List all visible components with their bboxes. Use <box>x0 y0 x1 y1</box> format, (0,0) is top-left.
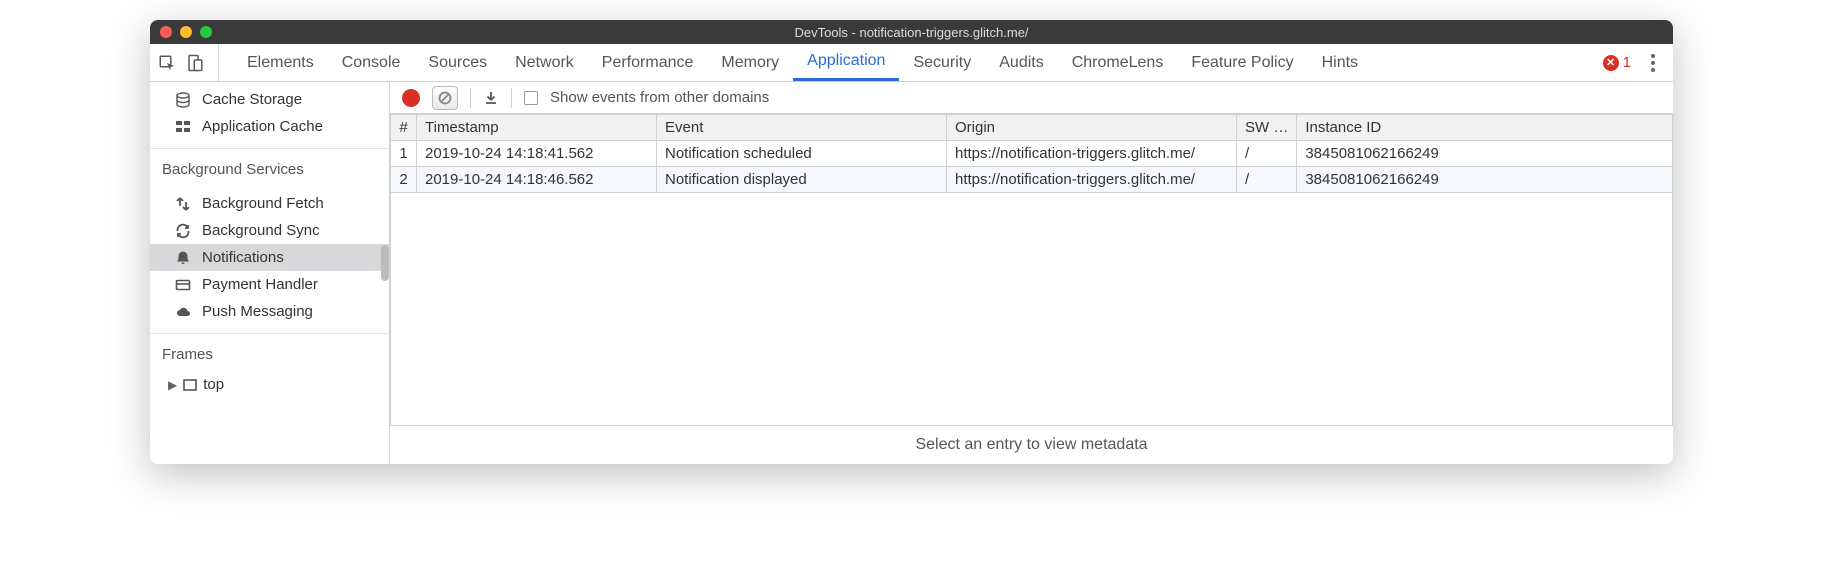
maximize-window-button[interactable] <box>200 26 212 38</box>
events-table-container: # Timestamp Event Origin SW … Instance I… <box>390 114 1673 426</box>
error-circle-icon: ✕ <box>1603 55 1619 71</box>
cell-timestamp: 2019-10-24 14:18:46.562 <box>417 167 657 193</box>
grid-icon <box>174 119 192 135</box>
sidebar-header-background-services: Background Services <box>150 153 389 186</box>
window-titlebar: DevTools - notification-triggers.glitch.… <box>150 20 1673 44</box>
sidebar-item-background-fetch[interactable]: Background Fetch <box>150 190 389 217</box>
sidebar-item-label: Background Sync <box>202 222 320 239</box>
sidebar-item-background-sync[interactable]: Background Sync <box>150 217 389 244</box>
device-toggle-icon[interactable] <box>186 54 204 72</box>
table-row[interactable]: 2 2019-10-24 14:18:46.562 Notification d… <box>391 167 1673 193</box>
cell-sw: / <box>1237 167 1297 193</box>
sidebar-item-label: Cache Storage <box>202 91 302 108</box>
col-header-event[interactable]: Event <box>657 115 947 141</box>
tab-performance[interactable]: Performance <box>588 44 708 81</box>
tab-console[interactable]: Console <box>328 44 415 81</box>
sidebar-header-frames: Frames <box>150 338 389 371</box>
sidebar-item-label: top <box>203 376 224 393</box>
sidebar-item-label: Notifications <box>202 249 284 266</box>
col-header-sw[interactable]: SW … <box>1237 115 1297 141</box>
sidebar-item-cache-storage[interactable]: Cache Storage <box>150 86 389 113</box>
tab-memory[interactable]: Memory <box>707 44 793 81</box>
sidebar-item-label: Application Cache <box>202 118 323 135</box>
record-button[interactable] <box>402 89 420 107</box>
sidebar-item-label: Push Messaging <box>202 303 313 320</box>
sidebar-item-frame-top[interactable]: ▶ top <box>150 371 389 398</box>
cell-event: Notification scheduled <box>657 141 947 167</box>
error-count-badge[interactable]: ✕ 1 <box>1603 54 1631 71</box>
cell-instance: 3845081062166249 <box>1297 167 1673 193</box>
cell-num: 2 <box>391 167 417 193</box>
notifications-panel: Show events from other domains # Timesta… <box>390 82 1673 464</box>
cell-num: 1 <box>391 141 417 167</box>
minimize-window-button[interactable] <box>180 26 192 38</box>
tab-chromelens[interactable]: ChromeLens <box>1058 44 1178 81</box>
inspect-icon[interactable] <box>158 54 176 72</box>
col-header-num[interactable]: # <box>391 115 417 141</box>
cell-timestamp: 2019-10-24 14:18:41.562 <box>417 141 657 167</box>
error-count-label: 1 <box>1623 54 1631 71</box>
panel-tabs: Elements Console Sources Network Perform… <box>233 44 1372 81</box>
tab-elements[interactable]: Elements <box>233 44 328 81</box>
window-title: DevTools - notification-triggers.glitch.… <box>150 25 1673 40</box>
credit-card-icon <box>174 277 192 293</box>
sidebar-item-label: Payment Handler <box>202 276 318 293</box>
cell-origin: https://notification-triggers.glitch.me/ <box>947 167 1237 193</box>
cloud-icon <box>174 304 192 320</box>
col-header-timestamp[interactable]: Timestamp <box>417 115 657 141</box>
application-sidebar: Cache Storage Application Cache Backgrou… <box>150 82 390 464</box>
col-header-origin[interactable]: Origin <box>947 115 1237 141</box>
devtools-window: DevTools - notification-triggers.glitch.… <box>150 20 1673 464</box>
disclosure-triangle-icon: ▶ <box>168 378 177 392</box>
sidebar-item-notifications[interactable]: Notifications <box>150 244 389 271</box>
tab-network[interactable]: Network <box>501 44 588 81</box>
transfer-icon <box>174 196 192 212</box>
cell-instance: 3845081062166249 <box>1297 141 1673 167</box>
col-header-instance[interactable]: Instance ID <box>1297 115 1673 141</box>
notifications-toolbar: Show events from other domains <box>390 82 1673 114</box>
sidebar-item-application-cache[interactable]: Application Cache <box>150 113 389 140</box>
show-other-domains-label: Show events from other domains <box>550 89 769 106</box>
kebab-menu-icon[interactable] <box>1651 61 1655 65</box>
table-row[interactable]: 1 2019-10-24 14:18:41.562 Notification s… <box>391 141 1673 167</box>
tab-application[interactable]: Application <box>793 44 899 81</box>
sidebar-item-push-messaging[interactable]: Push Messaging <box>150 298 389 325</box>
sidebar-item-payment-handler[interactable]: Payment Handler <box>150 271 389 298</box>
sidebar-item-label: Background Fetch <box>202 195 324 212</box>
footer-hint: Select an entry to view metadata <box>390 426 1673 464</box>
tab-feature-policy[interactable]: Feature Policy <box>1177 44 1307 81</box>
sidebar-resize-handle[interactable] <box>381 245 389 281</box>
close-window-button[interactable] <box>160 26 172 38</box>
database-icon <box>174 92 192 108</box>
cell-origin: https://notification-triggers.glitch.me/ <box>947 141 1237 167</box>
bell-icon <box>174 250 192 266</box>
main-content: Cache Storage Application Cache Backgrou… <box>150 82 1673 464</box>
events-table: # Timestamp Event Origin SW … Instance I… <box>390 114 1673 193</box>
show-other-domains-checkbox[interactable] <box>524 91 538 105</box>
tab-audits[interactable]: Audits <box>985 44 1057 81</box>
window-controls <box>160 26 212 38</box>
tab-hints[interactable]: Hints <box>1308 44 1372 81</box>
tab-sources[interactable]: Sources <box>414 44 501 81</box>
download-icon[interactable] <box>483 90 499 106</box>
panel-tabs-row: Elements Console Sources Network Perform… <box>150 44 1673 82</box>
tab-security[interactable]: Security <box>899 44 985 81</box>
frame-icon <box>183 378 197 392</box>
cell-event: Notification displayed <box>657 167 947 193</box>
sync-icon <box>174 223 192 239</box>
cell-sw: / <box>1237 141 1297 167</box>
clear-button[interactable] <box>432 86 458 110</box>
